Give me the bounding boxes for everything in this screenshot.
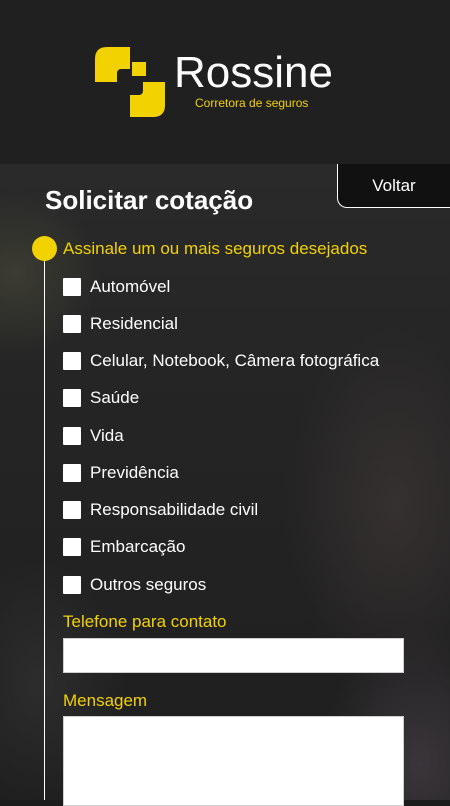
option-saude[interactable]: Saúde [63, 387, 139, 409]
option-label: Previdência [90, 463, 179, 482]
checkbox-saude[interactable] [63, 389, 81, 407]
page-title: Solicitar cotação [45, 185, 254, 215]
back-button[interactable]: Voltar [337, 164, 450, 208]
timeline-line [44, 248, 45, 800]
checkbox-vida[interactable] [63, 427, 81, 445]
option-label: Automóvel [90, 277, 171, 296]
checkbox-embarcacao[interactable] [63, 538, 81, 556]
option-celular-notebook[interactable]: Celular, Notebook, Câmera fotográfica [63, 350, 379, 372]
option-label: Embarcação [90, 537, 186, 556]
message-textarea[interactable] [63, 716, 404, 806]
option-vida[interactable]: Vida [63, 425, 124, 447]
option-embarcacao[interactable]: Embarcação [63, 536, 185, 558]
checkbox-celular-notebook[interactable] [63, 352, 81, 370]
checkbox-outros-seguros[interactable] [63, 576, 81, 594]
option-label: Residencial [90, 314, 178, 333]
option-responsabilidade-civil[interactable]: Responsabilidade civil [63, 499, 258, 521]
checkbox-residencial[interactable] [63, 315, 81, 333]
checkbox-responsabilidade-civil[interactable] [63, 501, 81, 519]
option-label: Outros seguros [90, 575, 207, 594]
option-previdencia[interactable]: Previdência [63, 462, 179, 484]
brand-tagline: Corretora de seguros [195, 96, 309, 110]
logo-icon [95, 47, 165, 117]
message-label: Mensagem [63, 691, 148, 710]
phone-input[interactable] [63, 638, 404, 673]
app-header: Rossine Corretora de seguros [0, 0, 450, 164]
brand-name: Rossine [174, 48, 333, 97]
checkbox-previdencia[interactable] [63, 464, 81, 482]
timeline-dot [32, 236, 57, 261]
option-label: Responsabilidade civil [90, 500, 259, 519]
option-label: Saúde [90, 388, 140, 407]
phone-label: Telefone para contato [63, 612, 227, 631]
option-label: Vida [90, 426, 124, 445]
option-label: Celular, Notebook, Câmera fotográfica [90, 351, 380, 370]
checkbox-automovel[interactable] [63, 278, 81, 296]
option-residencial[interactable]: Residencial [63, 313, 178, 335]
option-outros-seguros[interactable]: Outros seguros [63, 574, 206, 596]
insurance-prompt: Assinale um ou mais seguros desejados [63, 239, 368, 258]
option-automovel[interactable]: Automóvel [63, 276, 170, 298]
